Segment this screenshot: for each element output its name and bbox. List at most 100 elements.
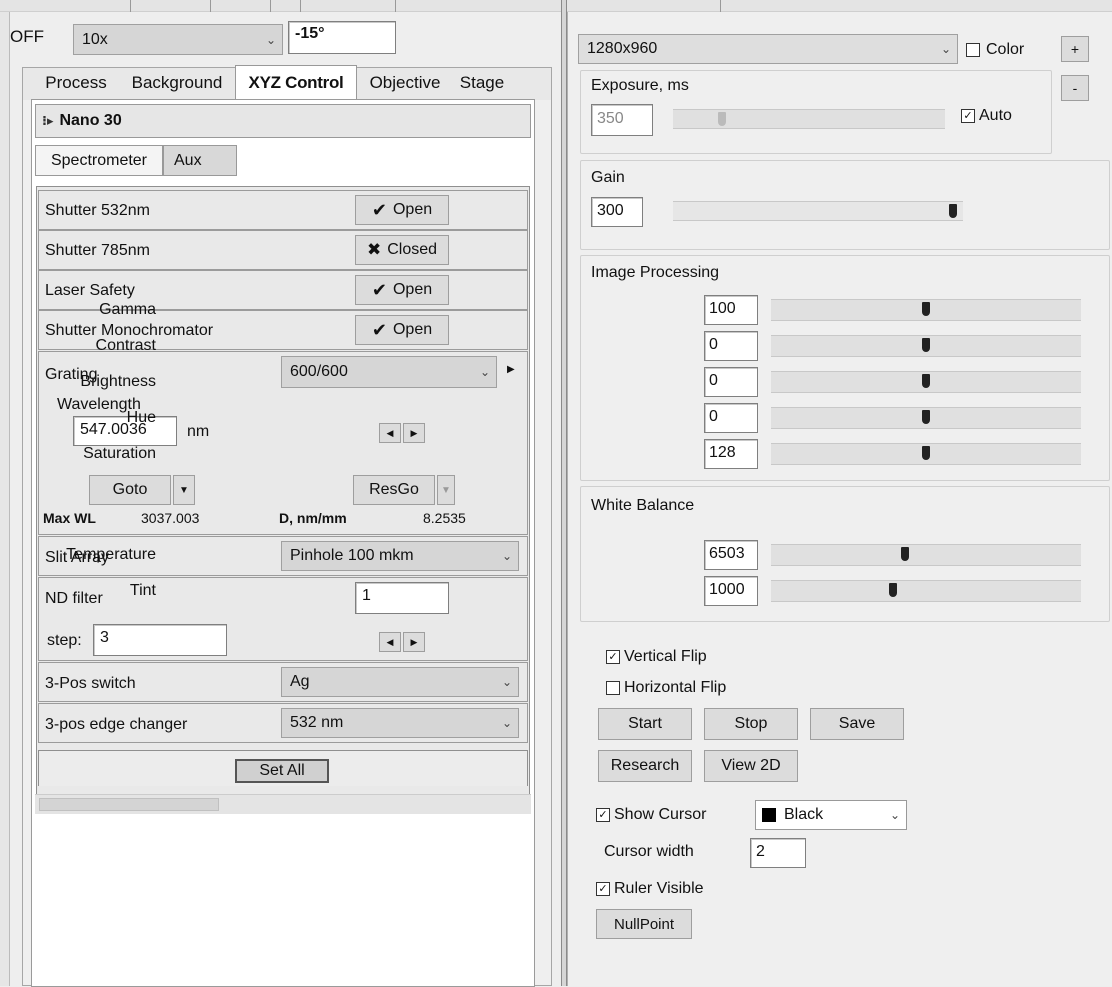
subtab-aux[interactable]: Aux (163, 145, 237, 176)
exposure-input[interactable]: 350 (591, 104, 653, 136)
slider-track[interactable] (771, 580, 1081, 602)
cursor-width-label: Cursor width (604, 843, 694, 860)
three-pos-switch-select[interactable]: Ag ⌄ (281, 667, 519, 697)
tab-xyz-control[interactable]: XYZ Control (235, 65, 357, 100)
shutter-label: Shutter 532nm (45, 202, 150, 219)
chevron-down-icon: ⌄ (479, 365, 490, 379)
slider-value-input[interactable]: 0 (704, 331, 758, 361)
set-all-button[interactable]: Set All (235, 759, 329, 783)
slider-thumb[interactable] (901, 547, 909, 561)
slider-thumb[interactable] (922, 338, 930, 352)
slider-track[interactable] (771, 335, 1081, 357)
resolution-select[interactable]: 1280x960 ⌄ (578, 34, 958, 64)
grating-select[interactable]: 600/600 ⌄ (281, 356, 497, 388)
slider-value-input[interactable]: 128 (704, 439, 758, 469)
slider-thumb[interactable] (889, 583, 897, 597)
left-panel: Process Background XYZ Control Objective… (22, 65, 552, 987)
shutter-state: Open (392, 201, 433, 218)
off-label[interactable]: OFF (10, 27, 44, 47)
slider-track[interactable] (771, 371, 1081, 393)
zoom-in-button[interactable]: + (1061, 36, 1089, 62)
view-2d-button[interactable]: View 2D (704, 750, 798, 782)
vertical-flip-checkbox[interactable]: ✓ (606, 650, 620, 664)
slider-thumb[interactable] (718, 112, 726, 126)
cursor-color-select[interactable]: Black ⌄ (755, 800, 907, 830)
shutter-toggle-button[interactable]: ✔ Open (355, 315, 449, 345)
auto-checkbox[interactable]: ✓ (961, 109, 975, 123)
slider-thumb[interactable] (949, 204, 957, 218)
gain-input[interactable]: 300 (591, 197, 643, 227)
ruler-visible-option[interactable]: ✓ Ruler Visible (596, 880, 704, 898)
shutter-toggle-button[interactable]: ✔ Open (355, 195, 449, 225)
shutter-toggle-button[interactable]: ✖ Closed (355, 235, 449, 265)
slit-array-select[interactable]: Pinhole 100 mkm ⌄ (281, 541, 519, 571)
device-header[interactable]: ⁝▸ Nano 30 (35, 104, 531, 138)
angle-input[interactable]: -15° (288, 21, 396, 54)
tab-stage[interactable]: Stage (453, 68, 511, 98)
exposure-slider[interactable] (673, 109, 945, 129)
nd-increase-button[interactable]: ▶ (403, 632, 425, 652)
slider-thumb[interactable] (922, 374, 930, 388)
show-cursor-option[interactable]: ✓ Show Cursor (596, 806, 706, 824)
slider-thumb[interactable] (922, 302, 930, 316)
null-point-button[interactable]: NullPoint (596, 909, 692, 939)
subtab-spectrometer[interactable]: Spectrometer (35, 145, 163, 176)
slider-track[interactable] (771, 407, 1081, 429)
tab-objective[interactable]: Objective (359, 68, 451, 98)
ruler-visible-checkbox[interactable]: ✓ (596, 882, 610, 896)
wavelength-increase-button[interactable]: ▶ (403, 423, 425, 443)
goto-button[interactable]: Goto (89, 475, 171, 505)
nd-filter-block: ND filter 1 step: 3 ◀ ▶ (38, 577, 528, 661)
check-icon: ✔ (371, 319, 387, 340)
color-option[interactable]: Color (966, 41, 1024, 59)
slider-thumb[interactable] (922, 410, 930, 424)
horizontal-scrollbar[interactable] (35, 794, 531, 814)
slider-value-input[interactable]: 6503 (704, 540, 758, 570)
vertical-flip-label: Vertical Flip (624, 648, 707, 665)
resgo-dropdown-button[interactable]: ▼ (437, 475, 455, 505)
slider-value-input[interactable]: 1000 (704, 576, 758, 606)
save-button[interactable]: Save (810, 708, 904, 740)
three-pos-switch-value: Ag (290, 673, 310, 690)
horizontal-flip-checkbox[interactable] (606, 681, 620, 695)
edge-changer-select[interactable]: 532 nm ⌄ (281, 708, 519, 738)
show-cursor-checkbox[interactable]: ✓ (596, 808, 610, 822)
auto-exposure-option[interactable]: ✓ Auto (961, 107, 1012, 125)
slider-value-input[interactable]: 0 (704, 367, 758, 397)
start-button[interactable]: Start (598, 708, 692, 740)
magnification-value: 10x (82, 30, 108, 48)
magnification-select[interactable]: 10x ⌄ (73, 24, 283, 55)
zoom-out-button[interactable]: - (1061, 75, 1089, 101)
horizontal-flip-option[interactable]: Horizontal Flip (606, 679, 726, 697)
gain-label: Gain (591, 169, 625, 186)
step-input[interactable]: 3 (93, 624, 227, 656)
shutter-state: Open (392, 281, 433, 298)
slider-value-input[interactable]: 100 (704, 295, 758, 325)
color-checkbox[interactable] (966, 43, 980, 57)
cursor-width-input[interactable]: 2 (750, 838, 806, 868)
goto-dropdown-button[interactable]: ▼ (173, 475, 195, 505)
caret-right-icon[interactable]: ▶ (507, 364, 515, 375)
stop-button[interactable]: Stop (704, 708, 798, 740)
wavelength-input[interactable]: 547.0036 (73, 416, 177, 446)
slider-track[interactable] (771, 299, 1081, 321)
slider-track[interactable] (771, 544, 1081, 566)
resgo-button[interactable]: ResGo (353, 475, 435, 505)
nd-decrease-button[interactable]: ◀ (379, 632, 401, 652)
slider-value-input[interactable]: 0 (704, 403, 758, 433)
slider-label: Gamma (99, 301, 156, 318)
tab-process[interactable]: Process (33, 68, 119, 98)
chevron-down-icon: ⌄ (940, 42, 951, 56)
slider-label: Brightness (80, 373, 156, 390)
research-button[interactable]: Research (598, 750, 692, 782)
wavelength-decrease-button[interactable]: ◀ (379, 423, 401, 443)
scrollbar-thumb[interactable] (39, 798, 219, 811)
exposure-label: Exposure, ms (591, 77, 689, 94)
slider-track[interactable] (771, 443, 1081, 465)
slider-thumb[interactable] (922, 446, 930, 460)
vertical-flip-option[interactable]: ✓ Vertical Flip (606, 648, 707, 666)
tab-background[interactable]: Background (121, 68, 233, 98)
nd-filter-input[interactable]: 1 (355, 582, 449, 614)
shutter-toggle-button[interactable]: ✔ Open (355, 275, 449, 305)
gain-slider[interactable] (673, 201, 963, 221)
